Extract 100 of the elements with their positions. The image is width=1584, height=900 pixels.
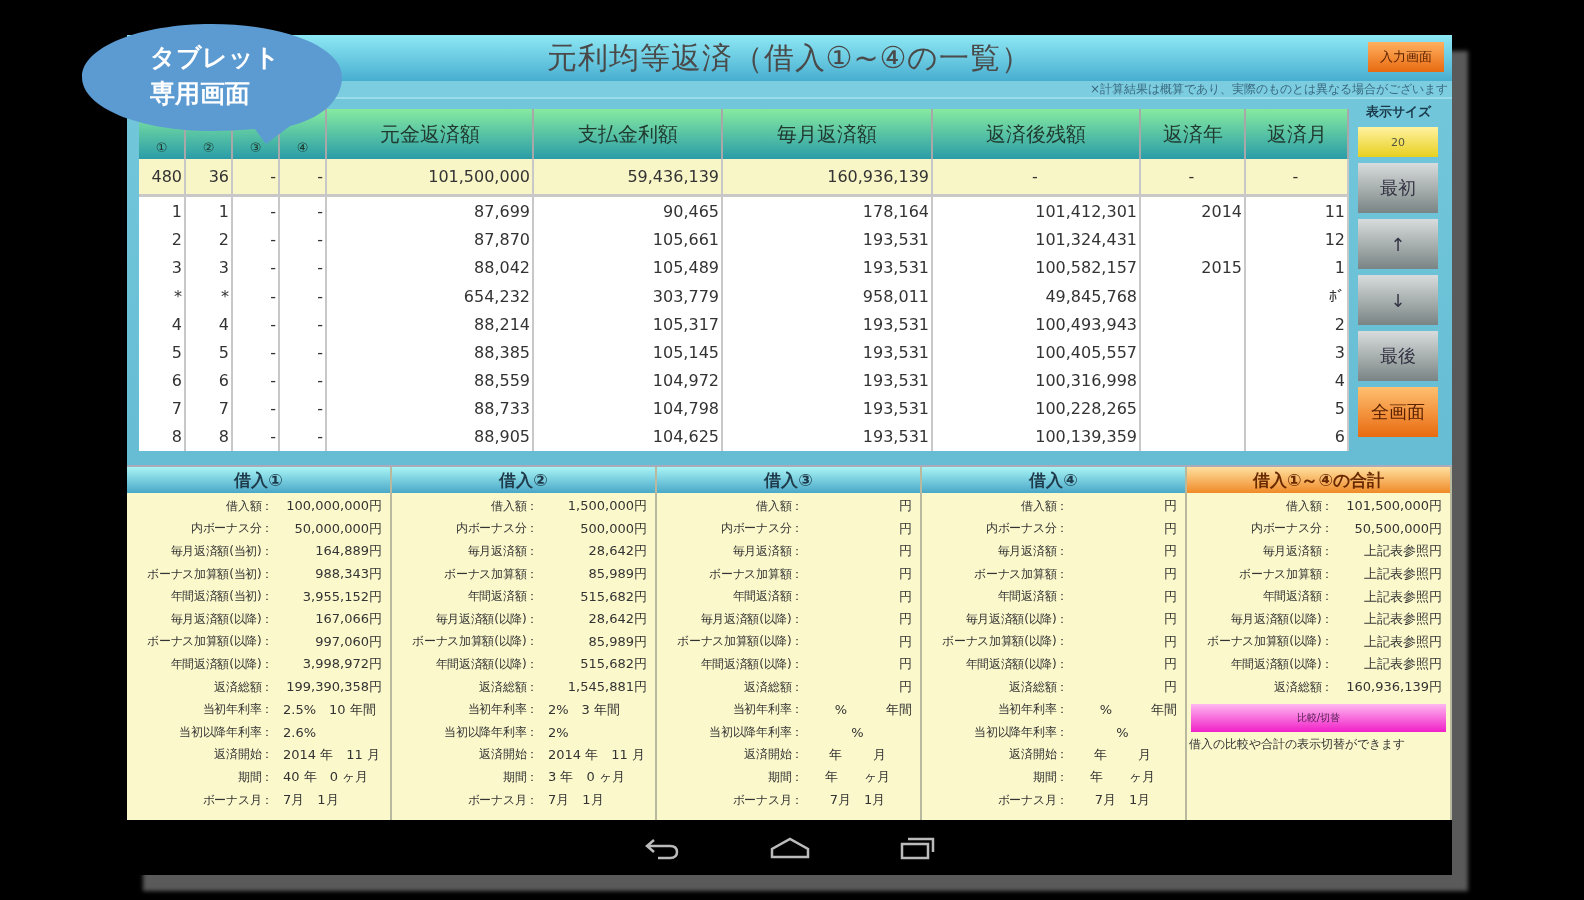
field-value: 円 — [1163, 632, 1178, 651]
field-label: 返済総額： — [478, 678, 538, 696]
field-value: 40 年 0 ヶ月 — [282, 768, 370, 787]
column-header: 返済年 — [1141, 109, 1246, 159]
nav-button[interactable]: ↓ — [1358, 275, 1438, 325]
field-label: 返済開始： — [213, 746, 273, 764]
column-header: 支払金利額 — [534, 109, 723, 159]
field-value: 2014 年 11 月 — [282, 745, 381, 764]
table-cell: 36 — [186, 159, 233, 195]
field-label: 毎月返済額(以降)： — [169, 610, 273, 628]
field-value: 上記表参照円 — [1363, 632, 1443, 651]
field-value: 85,989円 — [587, 565, 648, 584]
field-label: 年間返済額： — [996, 588, 1068, 606]
field-label: 年間返済額： — [731, 588, 803, 606]
table-cell: 59,436,139 — [534, 159, 723, 195]
column-header: 返済後残額 — [933, 109, 1141, 159]
table-cell: - — [280, 253, 327, 282]
field-value: 2.6% — [282, 724, 318, 740]
table-cell: 88,733 — [327, 394, 534, 423]
field-value: 円 — [1163, 587, 1178, 606]
field-value: 円 — [898, 587, 913, 606]
size-field[interactable]: 20 — [1358, 127, 1438, 157]
table-cell: - — [280, 394, 327, 423]
field-label: 年間返済額(当初)： — [169, 588, 273, 606]
field-label: 年間返済額(以降)： — [169, 655, 273, 673]
table-cell: 2014 — [1141, 197, 1246, 226]
field-label: 当初年利率： — [731, 701, 803, 719]
field-label: ボーナス月： — [466, 791, 538, 809]
nav-button[interactable]: ↑ — [1358, 219, 1438, 269]
nav-button[interactable]: 最初 — [1358, 163, 1438, 213]
field-label: 毎月返済額： — [466, 543, 538, 560]
panel-header: 借入① — [127, 467, 390, 493]
table-cell: 101,324,431 — [933, 225, 1141, 254]
home-icon[interactable] — [769, 836, 810, 859]
table-cell: 8 — [139, 422, 186, 451]
field-label: 期間： — [236, 768, 273, 786]
field-value: 2.5% 10 年間 — [282, 700, 377, 719]
table-cell: 193,531 — [723, 225, 933, 254]
table-cell: 193,531 — [723, 422, 933, 451]
field-value: 円 — [898, 655, 913, 674]
field-label: 返済開始： — [743, 746, 803, 764]
table-cell: - — [280, 282, 327, 311]
hint-text: 借入の比較や合計の表示切替ができます — [1188, 736, 1406, 754]
field-label: 年間返済額： — [466, 588, 538, 606]
field-value: 199,390,358円 — [285, 678, 383, 697]
table-cell: - — [280, 338, 327, 367]
size-label: 表示サイズ — [1365, 103, 1431, 121]
field-label: ボーナス月： — [201, 791, 273, 809]
field-value: 988,343円 — [314, 565, 383, 584]
table-cell: 178,164 — [723, 197, 933, 226]
table-cell: 193,531 — [723, 394, 933, 423]
field-label: 返済総額： — [743, 678, 803, 696]
table-cell: - — [233, 338, 280, 367]
table-cell: 11 — [1246, 197, 1349, 226]
table-cell: 88,214 — [327, 310, 534, 339]
field-value: 50,500,000円 — [1353, 519, 1443, 538]
field-label: 毎月返済額： — [731, 543, 803, 560]
nav-button[interactable]: 全画面 — [1358, 387, 1438, 437]
field-value: 164,889円 — [314, 542, 383, 561]
field-value: 2% 3 年間 — [547, 700, 622, 719]
field-label: ボーナス加算額(以降)： — [1206, 633, 1333, 651]
field-label: 返済総額： — [1008, 678, 1068, 696]
field-value: 2% — [547, 724, 570, 740]
field-value: 円 — [1163, 542, 1178, 561]
field-value: 円 — [1163, 610, 1178, 629]
field-value: 160,936,139円 — [1345, 678, 1443, 697]
input-screen-button[interactable]: 入力画面 — [1368, 42, 1444, 72]
table-cell: - — [233, 394, 280, 423]
field-label: ボーナス加算額： — [443, 565, 538, 583]
field-label: 内ボーナス分： — [720, 520, 803, 538]
field-label: 返済開始： — [1008, 746, 1068, 764]
field-label: 年間返済額(以降)： — [434, 655, 538, 673]
field-label: ボーナス加算額(以降)： — [676, 633, 803, 651]
table-cell: 88,905 — [327, 422, 534, 451]
table-cell: 193,531 — [723, 253, 933, 282]
table-cell: 90,465 — [534, 197, 723, 226]
nav-button[interactable]: 最後 — [1358, 331, 1438, 381]
table-cell: 303,779 — [534, 282, 723, 311]
table-cell: 105,317 — [534, 310, 723, 339]
table-cell: 6 — [1246, 422, 1349, 451]
field-label: 借入額： — [755, 497, 803, 515]
field-value: 円 — [898, 632, 913, 651]
table-cell: 88,385 — [327, 338, 534, 367]
table-cell: 104,798 — [534, 394, 723, 423]
field-label: 期間： — [501, 768, 538, 786]
table-cell: ﾎﾞ — [1246, 282, 1349, 311]
field-value: 円 — [898, 497, 913, 516]
field-label: 内ボーナス分： — [455, 520, 538, 538]
field-value: 100,000,000円 — [285, 497, 383, 516]
table-cell: 105,661 — [534, 225, 723, 254]
field-value: 500,000円 — [579, 519, 648, 538]
recent-apps-icon[interactable] — [899, 835, 936, 860]
table-cell: 104,625 — [534, 422, 723, 451]
field-value: 年 ヶ月 — [824, 768, 891, 787]
table-cell: 100,493,943 — [933, 310, 1141, 339]
table-cell: 49,845,768 — [933, 282, 1141, 311]
table-cell: 100,405,557 — [933, 338, 1141, 367]
toggle-button[interactable]: 比較/切替 — [1191, 704, 1446, 733]
field-value: 上記表参照円 — [1363, 542, 1443, 561]
table-cell: 12 — [1246, 225, 1349, 254]
